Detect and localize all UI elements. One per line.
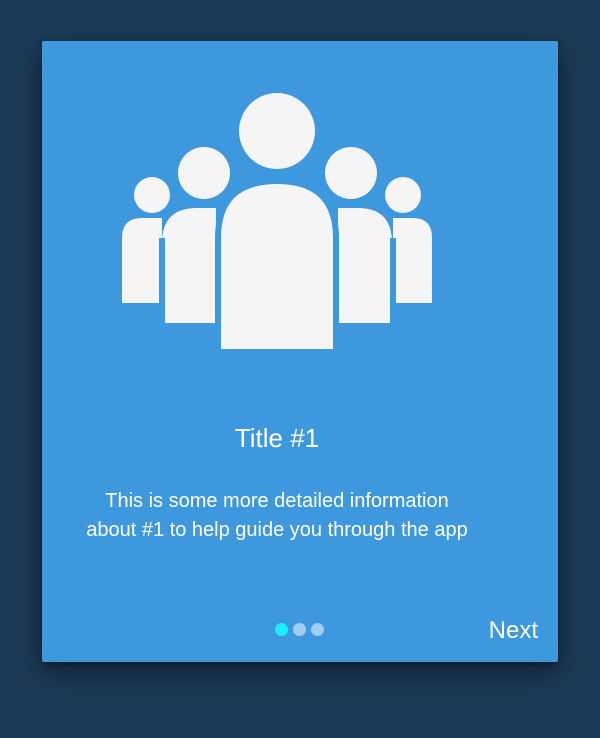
page-dot[interactable] <box>311 623 324 636</box>
description-line: This is some more detailed information <box>105 490 449 512</box>
page-description: This is some more detailed information a… <box>42 487 512 545</box>
page-indicator <box>275 623 324 636</box>
group-people-icon <box>122 93 432 349</box>
next-button[interactable]: Next <box>489 617 538 645</box>
page-dot[interactable] <box>293 623 306 636</box>
onboarding-card: Title #1 This is some more detailed info… <box>42 41 558 662</box>
page-title: Title #1 <box>234 423 320 453</box>
page-dot-active[interactable] <box>275 623 288 636</box>
screen-background: Title #1 This is some more detailed info… <box>0 0 600 738</box>
description-line: about #1 to help guide you through the a… <box>86 519 468 541</box>
